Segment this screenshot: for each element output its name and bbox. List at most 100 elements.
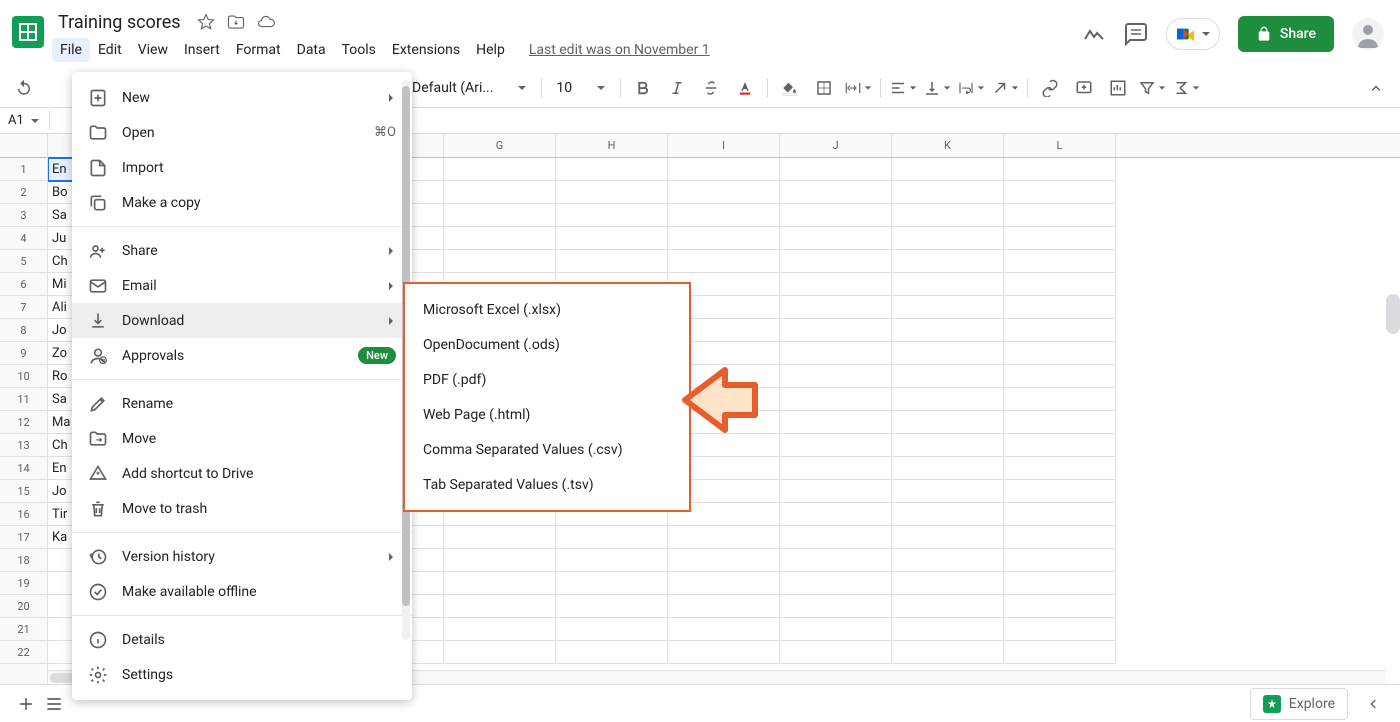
cell[interactable]	[1004, 503, 1116, 526]
cell[interactable]	[668, 572, 780, 595]
cell[interactable]	[892, 572, 1004, 595]
cell[interactable]	[1004, 204, 1116, 227]
menu-format[interactable]: Format	[228, 38, 289, 62]
cell[interactable]	[556, 618, 668, 641]
cell[interactable]	[780, 595, 892, 618]
row-header[interactable]: 14	[0, 457, 47, 480]
cell[interactable]	[780, 250, 892, 273]
last-edit-link[interactable]: Last edit was on November 1	[529, 42, 710, 58]
cell[interactable]	[1004, 457, 1116, 480]
row-header[interactable]: 21	[0, 618, 47, 641]
menu-approvals[interactable]: Approvals New	[72, 338, 412, 373]
menu-open[interactable]: Open ⌘O	[72, 115, 412, 150]
download-tsv[interactable]: Tab Separated Values (.tsv)	[405, 467, 689, 502]
row-header[interactable]: 15	[0, 480, 47, 503]
cell[interactable]	[780, 480, 892, 503]
menu-share[interactable]: Share	[72, 233, 412, 268]
row-header[interactable]: 18	[0, 549, 47, 572]
cell[interactable]	[892, 434, 1004, 457]
cell[interactable]	[1004, 618, 1116, 641]
menu-rename[interactable]: Rename	[72, 386, 412, 421]
cell[interactable]	[1004, 480, 1116, 503]
menu-make-copy[interactable]: Make a copy	[72, 185, 412, 220]
row-header[interactable]: 19	[0, 572, 47, 595]
cell[interactable]	[780, 204, 892, 227]
row-header[interactable]: 9	[0, 342, 47, 365]
valign-button[interactable]	[921, 72, 953, 104]
strike-button[interactable]	[695, 72, 727, 104]
cell[interactable]	[556, 641, 668, 664]
row-header[interactable]: 22	[0, 641, 47, 664]
menu-data[interactable]: Data	[289, 38, 334, 62]
menu-details[interactable]: Details	[72, 622, 412, 657]
cell[interactable]	[1004, 641, 1116, 664]
bold-button[interactable]	[627, 72, 659, 104]
cell[interactable]	[1004, 411, 1116, 434]
row-header[interactable]: 16	[0, 503, 47, 526]
cell[interactable]	[556, 595, 668, 618]
expand-toolbar-button[interactable]	[1360, 72, 1392, 104]
download-html[interactable]: Web Page (.html)	[405, 397, 689, 432]
borders-button[interactable]	[808, 72, 840, 104]
cell[interactable]	[892, 641, 1004, 664]
cell[interactable]	[780, 319, 892, 342]
cell[interactable]	[444, 549, 556, 572]
cell[interactable]	[780, 296, 892, 319]
cell[interactable]	[892, 273, 1004, 296]
cell[interactable]	[1004, 572, 1116, 595]
font-size-select[interactable]: 10	[548, 76, 614, 100]
row-header[interactable]: 1	[0, 158, 47, 181]
halign-button[interactable]	[887, 72, 919, 104]
cell[interactable]	[556, 250, 668, 273]
col-header[interactable]: K	[892, 134, 1004, 157]
cell[interactable]	[892, 457, 1004, 480]
cell[interactable]	[780, 641, 892, 664]
cell[interactable]	[892, 526, 1004, 549]
cell[interactable]	[556, 227, 668, 250]
menu-tools[interactable]: Tools	[334, 38, 384, 62]
menu-download[interactable]: Download	[72, 303, 412, 338]
cell[interactable]	[780, 388, 892, 411]
link-button[interactable]	[1034, 72, 1066, 104]
cell[interactable]	[444, 227, 556, 250]
cell[interactable]	[892, 181, 1004, 204]
cell[interactable]	[780, 572, 892, 595]
cell[interactable]	[892, 388, 1004, 411]
cell[interactable]	[556, 158, 668, 181]
cell[interactable]	[1004, 273, 1116, 296]
cell[interactable]	[668, 204, 780, 227]
chart-button[interactable]	[1102, 72, 1134, 104]
cell[interactable]	[892, 365, 1004, 388]
cell[interactable]	[1004, 549, 1116, 572]
cell[interactable]	[892, 411, 1004, 434]
menu-settings[interactable]: Settings	[72, 657, 412, 692]
cell[interactable]	[1004, 434, 1116, 457]
cloud-icon[interactable]	[257, 13, 275, 31]
cell[interactable]	[780, 158, 892, 181]
row-header[interactable]: 8	[0, 319, 47, 342]
cell[interactable]	[780, 181, 892, 204]
cell[interactable]	[668, 250, 780, 273]
cell[interactable]	[668, 595, 780, 618]
italic-button[interactable]	[661, 72, 693, 104]
cell[interactable]	[780, 273, 892, 296]
cell[interactable]	[556, 549, 668, 572]
cell[interactable]	[668, 158, 780, 181]
cell[interactable]	[780, 526, 892, 549]
menu-email[interactable]: Email	[72, 268, 412, 303]
cell[interactable]	[780, 365, 892, 388]
cell[interactable]	[780, 411, 892, 434]
cell[interactable]	[892, 480, 1004, 503]
cell[interactable]	[892, 158, 1004, 181]
cell[interactable]	[1004, 388, 1116, 411]
cell[interactable]	[444, 595, 556, 618]
row-header[interactable]: 10	[0, 365, 47, 388]
cell[interactable]	[780, 342, 892, 365]
cell[interactable]	[668, 181, 780, 204]
download-ods[interactable]: OpenDocument (.ods)	[405, 327, 689, 362]
cell[interactable]	[668, 618, 780, 641]
download-csv[interactable]: Comma Separated Values (.csv)	[405, 432, 689, 467]
menu-trash[interactable]: Move to trash	[72, 491, 412, 526]
cell[interactable]	[892, 549, 1004, 572]
col-header[interactable]: L	[1004, 134, 1116, 157]
